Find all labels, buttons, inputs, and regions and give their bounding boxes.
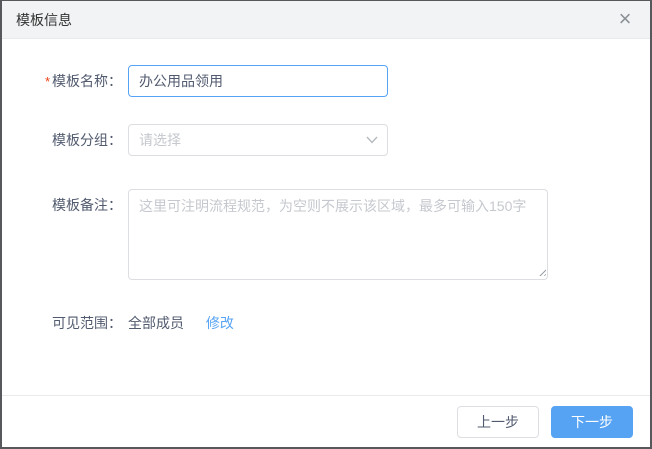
template-group-label: 模板分组： <box>52 132 122 148</box>
template-remark-label: 模板备注： <box>52 197 122 213</box>
template-group-select[interactable]: 请选择 <box>128 124 388 156</box>
template-info-dialog: 模板信息 × *模板名称： 模板分组： 请选择 模板备注： 可见 <box>0 0 652 449</box>
edit-scope-link[interactable]: 修改 <box>206 315 234 331</box>
dialog-header: 模板信息 × <box>2 1 650 39</box>
dialog-title: 模板信息 <box>16 12 72 28</box>
template-name-input[interactable] <box>128 65 388 97</box>
dialog-footer: 上一步 下一步 <box>2 395 650 447</box>
template-name-label: * 模板名称： <box>2 65 122 98</box>
required-asterisk: * <box>44 74 50 89</box>
chevron-down-icon <box>366 136 378 144</box>
visibility-scope-label: 可见范围： <box>52 315 122 331</box>
template-group-placeholder: 请选择 <box>139 132 181 148</box>
next-step-button[interactable]: 下一步 <box>551 405 633 438</box>
template-remark-textarea[interactable] <box>128 189 548 280</box>
previous-step-button[interactable]: 上一步 <box>457 405 539 438</box>
visibility-scope-value: 全部成员 <box>128 315 184 331</box>
close-icon[interactable]: × <box>610 1 640 39</box>
template-name-label-text: 模板名称： <box>52 73 122 89</box>
